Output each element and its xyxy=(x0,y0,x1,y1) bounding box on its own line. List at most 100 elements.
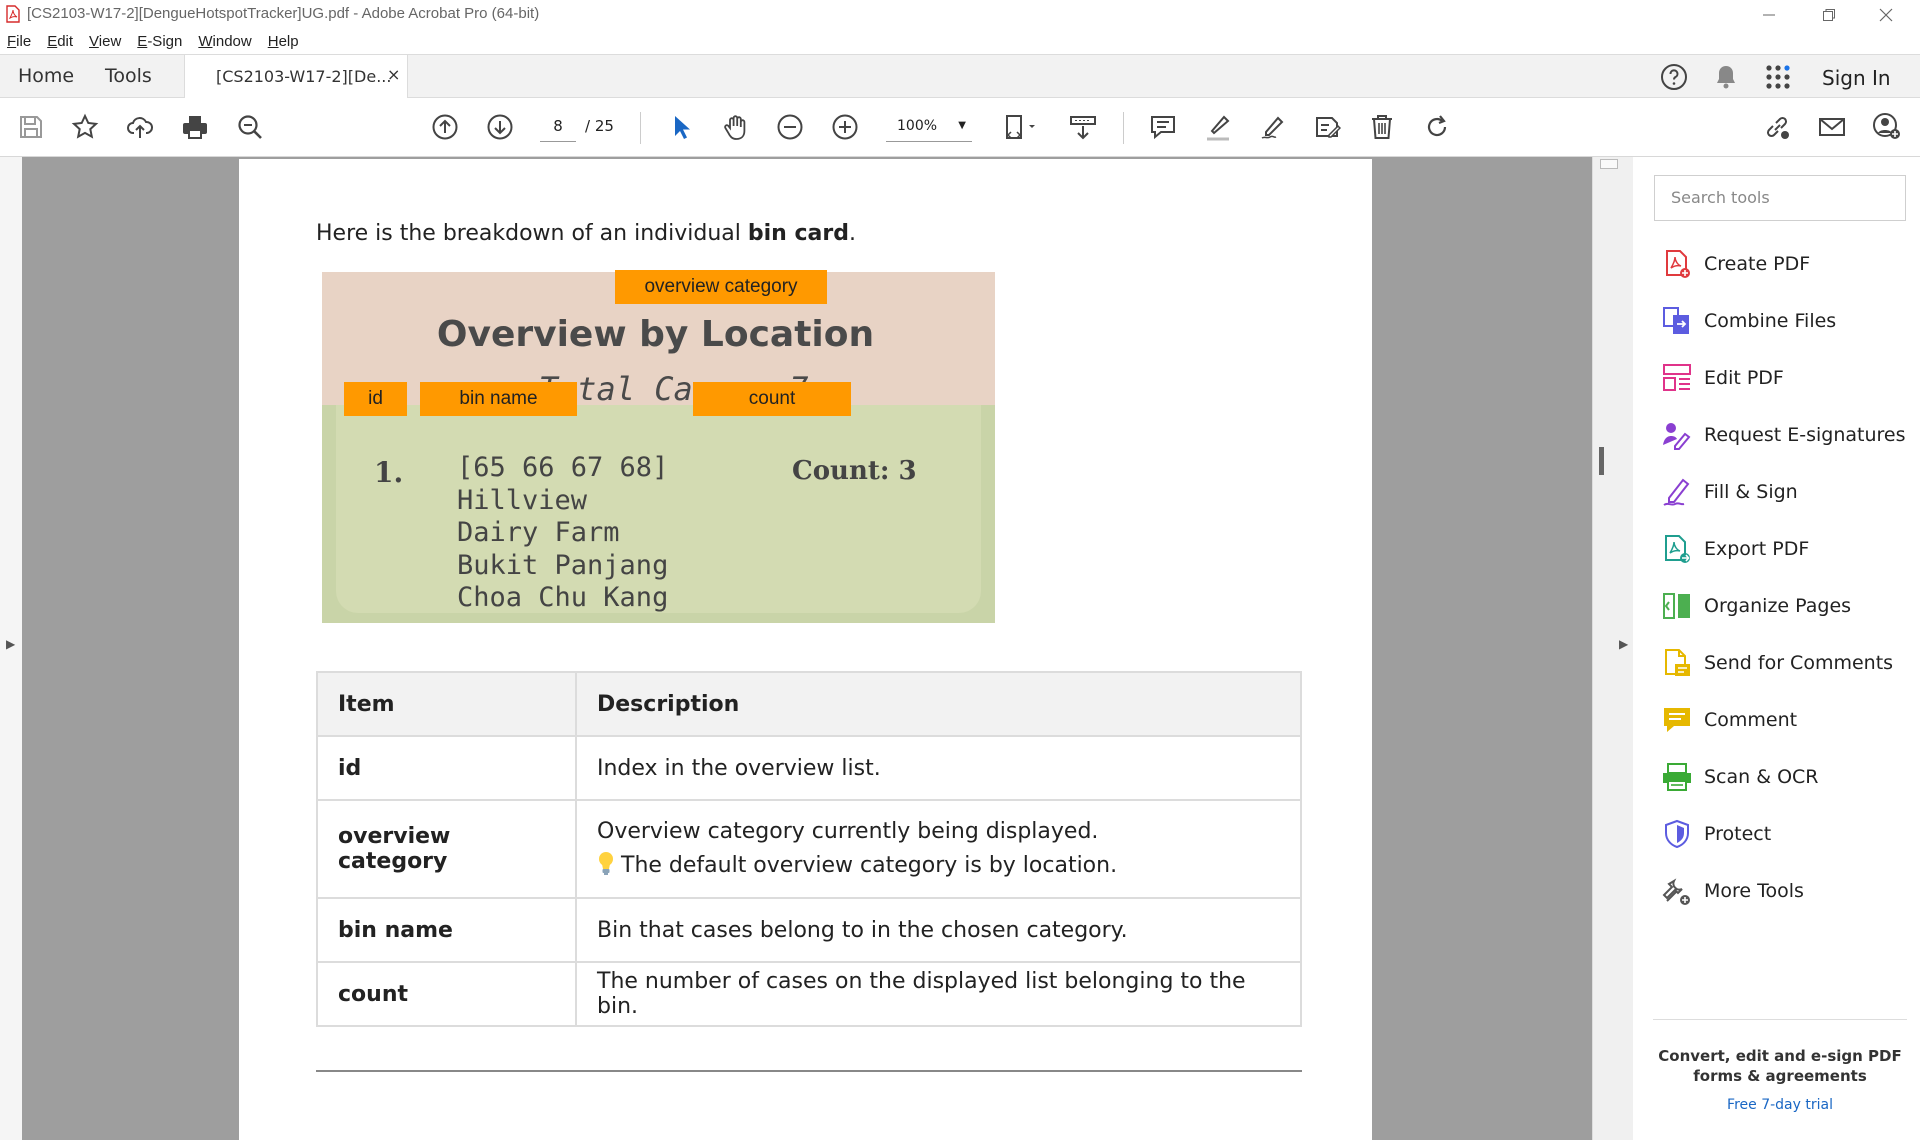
email-button[interactable] xyxy=(1815,110,1849,144)
notifications-button[interactable] xyxy=(1706,55,1746,98)
tool-organize-pages[interactable]: Organize Pages xyxy=(1661,586,1851,626)
menu-help[interactable]: Help xyxy=(268,33,299,50)
comment-tool-button[interactable] xyxy=(1146,110,1180,144)
apps-grid-icon xyxy=(1766,64,1790,89)
search-tools-input[interactable]: Search tools xyxy=(1654,175,1906,221)
draw-tool-button[interactable] xyxy=(1256,110,1290,144)
help-icon xyxy=(1661,63,1687,90)
vertical-scrollbar[interactable]: ▶ xyxy=(1592,157,1633,1140)
tool-fill-sign[interactable]: Fill & Sign xyxy=(1661,472,1798,512)
menu-bar: File Edit View E-Sign Window Help xyxy=(0,29,1920,54)
left-pane-toggle[interactable]: ▶ xyxy=(0,157,22,1140)
bell-icon xyxy=(1717,65,1735,88)
chevron-down-icon: ▼ xyxy=(958,120,966,131)
help-button[interactable] xyxy=(1654,55,1694,98)
cell-item: count xyxy=(316,961,577,1027)
menu-file[interactable]: File xyxy=(7,33,31,50)
tools-pane: Search tools Create PDF Combine Files Ed… xyxy=(1633,157,1920,1140)
tab-bar: Home Tools [CS2103-W17-2][De... × Sign I… xyxy=(0,54,1920,98)
zoom-out-button[interactable] xyxy=(773,110,807,144)
menu-esign[interactable]: E-Sign xyxy=(137,33,182,50)
intro-bold-text: bin card xyxy=(747,221,849,246)
tool-combine-files[interactable]: Combine Files xyxy=(1661,301,1836,341)
pane-divider xyxy=(1653,1019,1907,1020)
tool-create-pdf[interactable]: Create PDF xyxy=(1661,244,1810,284)
tab-tools[interactable]: Tools xyxy=(105,65,152,87)
tool-protect[interactable]: Protect xyxy=(1661,814,1771,854)
minus-circle-icon xyxy=(777,114,803,140)
document-viewer[interactable]: ▶ Here is the breakdown of an individual… xyxy=(0,157,1633,1140)
pen-sign-icon xyxy=(1261,116,1284,139)
window-title: [CS2103-W17-2][DengueHotspotTracker]UG.p… xyxy=(27,5,540,22)
acrobat-app-icon xyxy=(6,5,20,23)
fit-page-icon xyxy=(1006,115,1035,139)
restore-icon xyxy=(1823,8,1835,21)
tool-comment[interactable]: Comment xyxy=(1661,700,1797,740)
tool-send-for-comments[interactable]: Send for Comments xyxy=(1661,643,1893,683)
menu-view[interactable]: View xyxy=(89,33,121,50)
zoom-level-select[interactable]: 100% ▼ xyxy=(886,112,972,142)
tool-label: Export PDF xyxy=(1704,538,1810,560)
scan-ocr-icon xyxy=(1663,763,1691,791)
tool-more-tools[interactable]: More Tools xyxy=(1661,871,1804,911)
tab-document[interactable]: [CS2103-W17-2][De... × xyxy=(184,55,408,98)
page-display-button[interactable] xyxy=(998,110,1042,144)
pane-resize-handle[interactable] xyxy=(1599,447,1604,475)
zoom-in-button[interactable] xyxy=(828,110,862,144)
find-button[interactable] xyxy=(233,110,267,144)
share-link-button[interactable] xyxy=(1760,110,1794,144)
tool-label: Organize Pages xyxy=(1704,595,1852,617)
free-trial-link[interactable]: Free 7-day trial xyxy=(1653,1097,1907,1113)
scrollbar-thumb[interactable] xyxy=(1600,159,1618,169)
document-tab-label: [CS2103-W17-2][De... xyxy=(216,67,392,86)
delete-button[interactable] xyxy=(1365,110,1399,144)
select-tool-button[interactable] xyxy=(664,110,698,144)
menu-edit[interactable]: Edit xyxy=(47,33,73,50)
sign-in-button[interactable]: Sign In xyxy=(1822,66,1891,90)
save-button[interactable] xyxy=(14,110,48,144)
collapse-right-pane-icon[interactable]: ▶ xyxy=(1619,637,1628,651)
page-number-input[interactable]: 8 xyxy=(540,112,576,142)
close-window-button[interactable] xyxy=(1857,0,1915,29)
tool-label: Send for Comments xyxy=(1704,652,1894,674)
edit-text-button[interactable] xyxy=(1310,110,1344,144)
star-icon xyxy=(71,113,99,139)
minimize-button[interactable] xyxy=(1740,0,1798,29)
tip-text: The default overview category is by loca… xyxy=(621,853,1118,878)
column-header-description: Description xyxy=(575,671,1302,737)
description-line: Overview category currently being displa… xyxy=(597,819,1099,844)
tool-label: Scan & OCR xyxy=(1704,766,1819,788)
tool-request-esignatures[interactable]: Request E-signatures xyxy=(1661,415,1905,455)
tool-scan-ocr[interactable]: Scan & OCR xyxy=(1661,757,1819,797)
restore-button[interactable] xyxy=(1800,0,1858,29)
previous-page-button[interactable] xyxy=(428,110,462,144)
printer-icon xyxy=(183,116,207,139)
create-pdf-icon xyxy=(1666,250,1690,278)
card-bin-lines: [65 66 67 68] Hillview Dairy Farm Bukit … xyxy=(457,452,668,615)
upload-button[interactable] xyxy=(123,110,157,144)
organize-pages-icon xyxy=(1663,593,1690,619)
scroll-mode-button[interactable] xyxy=(1066,110,1100,144)
edit-document-icon xyxy=(1316,117,1341,138)
tag-bin-name: bin name xyxy=(420,382,577,416)
rotate-button[interactable] xyxy=(1420,110,1454,144)
menu-window[interactable]: Window xyxy=(198,33,251,50)
tag-overview-category: overview category xyxy=(615,270,827,304)
tool-export-pdf[interactable]: Export PDF xyxy=(1661,529,1809,569)
next-page-button[interactable] xyxy=(483,110,517,144)
page-total: / 25 xyxy=(585,117,614,135)
bin-card-image: Overview by Location Total Cases: 7 1. [… xyxy=(322,270,995,623)
bookmark-button[interactable] xyxy=(68,110,102,144)
tool-edit-pdf[interactable]: Edit PDF xyxy=(1661,358,1784,398)
highlight-tool-button[interactable] xyxy=(1201,110,1235,144)
tab-home[interactable]: Home xyxy=(18,65,74,87)
export-pdf-icon xyxy=(1665,535,1690,563)
cell-item: id xyxy=(316,735,577,801)
print-button[interactable] xyxy=(178,110,212,144)
apps-button[interactable] xyxy=(1758,55,1798,98)
share-user-button[interactable] xyxy=(1870,110,1904,144)
cell-description: Overview category currently being displa… xyxy=(575,799,1302,899)
hand-tool-button[interactable] xyxy=(719,110,753,144)
close-tab-button[interactable]: × xyxy=(387,65,400,84)
table-header-row: Item Description xyxy=(316,671,1302,737)
